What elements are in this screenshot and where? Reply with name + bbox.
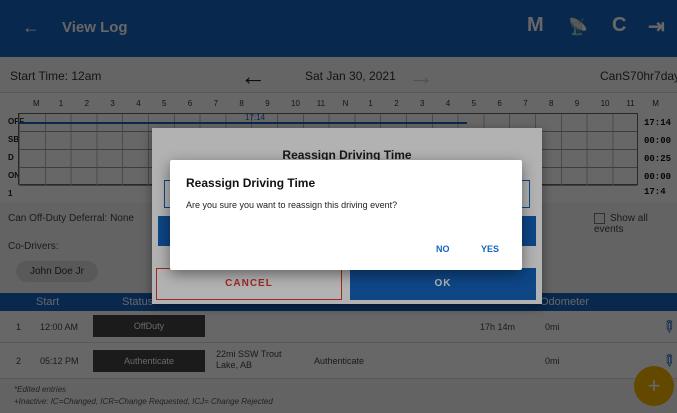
no-button[interactable]: NO <box>436 244 450 254</box>
confirm-title: Reassign Driving Time <box>186 176 316 190</box>
yes-button[interactable]: YES <box>481 244 499 254</box>
confirm-message: Are you sure you want to reassign this d… <box>186 200 398 210</box>
reassign-confirm-dialog: Reassign Driving Time Are you sure you w… <box>170 160 522 270</box>
